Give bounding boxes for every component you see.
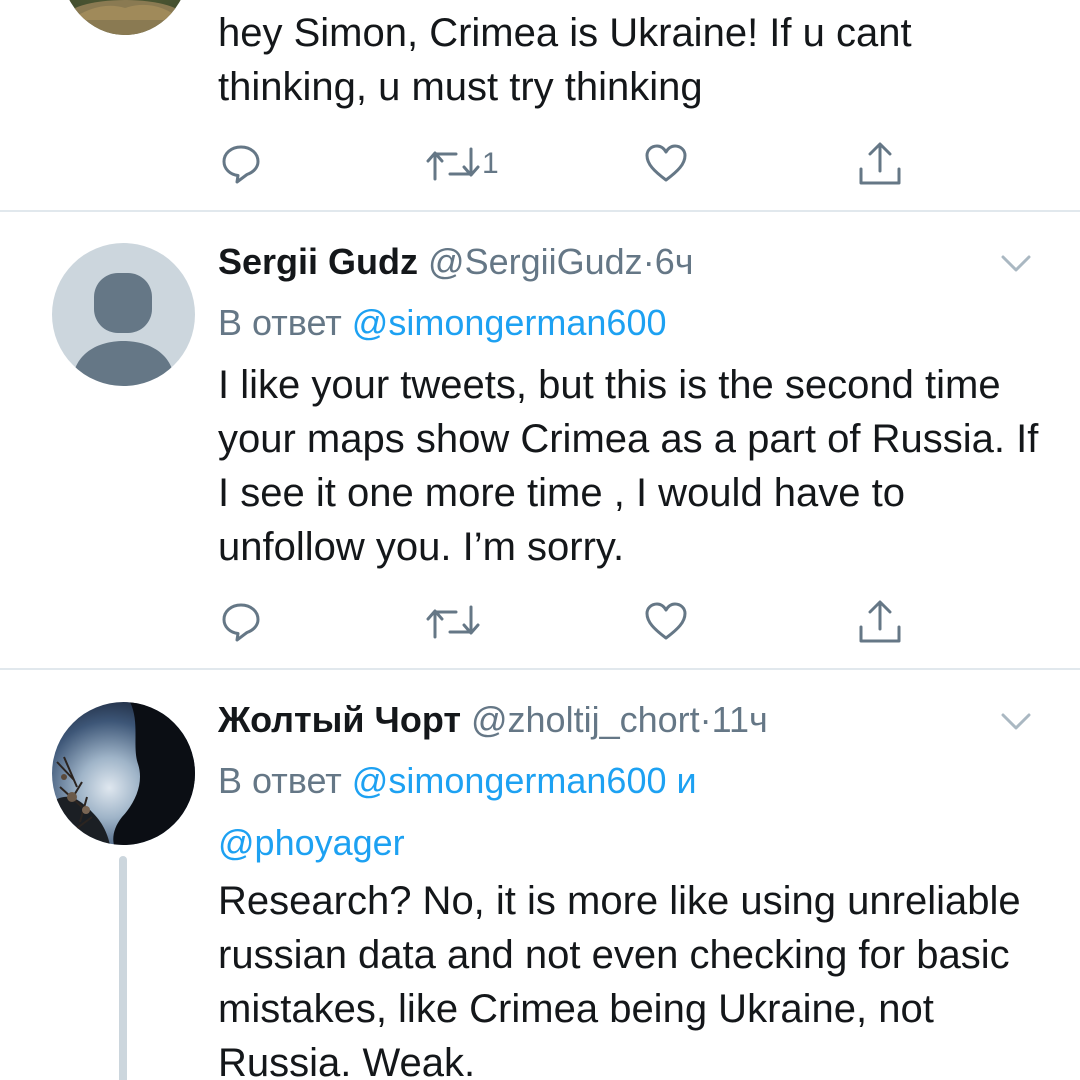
heart-icon — [645, 144, 687, 182]
avatar[interactable] — [52, 702, 195, 845]
tweet-text: Research? No, it is more like using unre… — [218, 879, 1021, 1080]
heart-icon — [645, 602, 687, 640]
retweet-icon — [426, 147, 480, 181]
tweet-text: I like your tweets, but this is the seco… — [218, 363, 1039, 569]
mention-link[interactable]: @simongerman600 — [352, 302, 667, 343]
mention-link[interactable]: @phoyager — [218, 822, 405, 863]
timestamp[interactable]: 6ч — [655, 241, 694, 282]
reply-icon — [222, 145, 260, 184]
more-options-button[interactable] — [1000, 254, 1032, 274]
display-name[interactable]: Жолтый Чорт — [218, 699, 461, 740]
share-icon — [859, 600, 901, 643]
share-button[interactable] — [858, 599, 902, 645]
dot-separator: · — [642, 241, 655, 282]
tweet-text: hey Simon, Crimea is Ukraine! If u cant … — [218, 11, 912, 109]
chevron-down-icon — [1001, 255, 1031, 272]
reply-context: В ответ @simongerman600 и @phoyager — [218, 750, 1048, 874]
divider — [0, 668, 1080, 670]
reply-prefix: В ответ — [218, 760, 342, 801]
user-handle[interactable]: @zholtij_chort — [471, 699, 700, 740]
retweet-button[interactable] — [426, 145, 480, 183]
dot-separator: · — [699, 699, 712, 740]
share-icon — [859, 142, 901, 185]
tweet-header: Sergii Gudz @SergiiGudz·6ч — [218, 240, 693, 284]
more-options-button[interactable] — [1000, 712, 1032, 732]
avatar[interactable] — [60, 0, 190, 35]
chevron-down-icon — [1001, 713, 1031, 730]
share-button[interactable] — [858, 141, 902, 187]
retweet-icon — [426, 605, 480, 639]
like-button[interactable] — [644, 601, 688, 641]
divider — [0, 210, 1080, 212]
like-button[interactable] — [644, 143, 688, 183]
display-name[interactable]: Sergii Gudz — [218, 241, 418, 282]
reply-icon — [222, 603, 260, 642]
user-handle[interactable]: @SergiiGudz — [428, 241, 643, 282]
thread-connector — [119, 856, 127, 1080]
reply-prefix: В ответ — [218, 302, 342, 343]
reply-conjunction: и — [676, 760, 697, 801]
avatar[interactable] — [52, 243, 195, 386]
timestamp[interactable]: 11ч — [712, 699, 768, 740]
reply-context: В ответ @simongerman600 — [218, 292, 1048, 354]
mention-link[interactable]: @simongerman600 — [352, 760, 667, 801]
tweet-header: Жолтый Чорт @zholtij_chort·11ч — [218, 698, 768, 742]
retweet-button[interactable] — [426, 603, 480, 641]
tweet-thread: hey Simon, Crimea is Ukraine! If u cant … — [0, 0, 1080, 1080]
reply-button[interactable] — [220, 601, 262, 643]
retweet-count: 1 — [482, 147, 499, 180]
reply-button[interactable] — [220, 143, 262, 185]
